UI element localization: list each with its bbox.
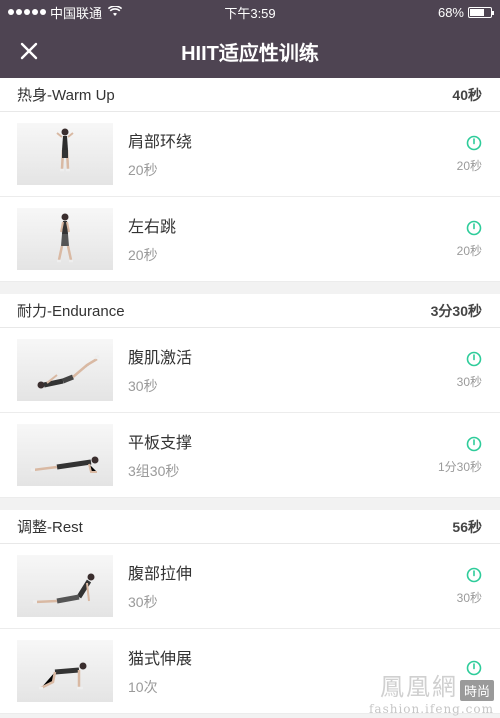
- exercise-name: 腹部拉伸: [128, 566, 193, 583]
- timer-icon: [466, 351, 482, 366]
- section-header: 调整-Rest 56秒: [0, 510, 500, 544]
- status-left: 中国联通: [8, 3, 123, 22]
- workout-sections: 热身-Warm Up 40秒 肩部环绕 20秒 20秒 左右跳 20秒 20秒 耐力-Endur…: [0, 78, 500, 714]
- exercise-name: 腹肌激活: [128, 350, 193, 367]
- exercise-sub: 20秒: [128, 162, 158, 178]
- section-title: 调整-Rest: [17, 519, 83, 536]
- exercise-duration-block: 1分30秒: [438, 436, 482, 475]
- section-header: 耐力-Endurance 3分30秒: [0, 294, 500, 328]
- exercise-name: 猫式伸展: [128, 651, 193, 668]
- battery-fill: [470, 8, 484, 16]
- exercise-item[interactable]: 平板支撑 3组30秒 1分30秒: [0, 413, 500, 498]
- section: 耐力-Endurance 3分30秒腹肌激活 30秒 30秒平板支撑 3组30秒 1分30…: [0, 294, 500, 498]
- exercise-sub: 20秒: [128, 247, 158, 263]
- exercise-sub: 30秒: [128, 378, 158, 394]
- exercise-item[interactable]: 左右跳 20秒 20秒: [0, 197, 500, 282]
- section-duration: 40秒: [452, 86, 482, 103]
- exercise-thumbnail: [17, 339, 113, 401]
- exercise-text: 平板支撑 3组30秒: [128, 429, 192, 481]
- battery-icon: [468, 6, 494, 18]
- exercise-name: 左右跳: [128, 219, 177, 236]
- exercise-duration: 30秒: [456, 374, 482, 389]
- exercise-thumbnail: [17, 555, 113, 617]
- section-duration: 56秒: [452, 518, 482, 535]
- exercise-sub: 3组30秒: [128, 463, 180, 479]
- carrier-label: 中国联通: [50, 5, 103, 21]
- exercise-text: 肩部环绕 20秒: [128, 128, 192, 180]
- section-header: 热身-Warm Up 40秒: [0, 78, 500, 112]
- exercise-duration-block: 20秒: [457, 135, 482, 174]
- watermark: 鳳凰網 時尚 fashion.ifeng.com: [369, 667, 494, 716]
- exercise-sub: 10次: [128, 679, 158, 695]
- exercise-thumbnail: [17, 640, 113, 702]
- section-title: 耐力-Endurance: [17, 303, 125, 320]
- exercise-sub: 30秒: [128, 594, 158, 610]
- exercise-duration: 1分30秒: [437, 459, 482, 474]
- exercise-text: 猫式伸展 10次: [128, 645, 192, 697]
- exercise-text: 腹部拉伸 30秒: [128, 560, 192, 612]
- exercise-duration: 30秒: [456, 590, 482, 605]
- timer-icon: [466, 135, 482, 150]
- exercise-duration-block: 30秒: [457, 351, 482, 390]
- section-duration: 3分30秒: [430, 302, 482, 319]
- battery-percent: 68%: [437, 4, 464, 20]
- watermark-badge: 時尚: [459, 680, 494, 702]
- exercise-name: 肩部环绕: [128, 134, 193, 151]
- timer-icon: [466, 220, 482, 235]
- exercise-duration: 20秒: [456, 243, 482, 258]
- exercise-duration-block: 20秒: [457, 220, 482, 259]
- close-icon: [20, 42, 38, 60]
- exercise-thumbnail: [17, 424, 113, 486]
- exercise-text: 腹肌激活 30秒: [128, 344, 192, 396]
- status-right: 68%: [437, 4, 494, 20]
- exercise-duration-block: 30秒: [457, 567, 482, 606]
- exercise-item[interactable]: 肩部环绕 20秒 20秒: [0, 112, 500, 197]
- exercise-duration: 20秒: [456, 158, 482, 173]
- exercise-text: 左右跳 20秒: [128, 213, 176, 265]
- section-title: 热身-Warm Up: [17, 87, 115, 104]
- exercise-thumbnail: [17, 123, 113, 185]
- exercise-thumbnail: [17, 208, 113, 270]
- section: 热身-Warm Up 40秒 肩部环绕 20秒 20秒 左右跳 20秒 20秒: [0, 78, 500, 282]
- wifi-icon: [107, 4, 123, 20]
- close-button[interactable]: [14, 37, 44, 65]
- timer-icon: [466, 567, 482, 582]
- exercise-name: 平板支撑: [128, 435, 193, 452]
- watermark-logo: 鳳凰網: [379, 673, 458, 701]
- timer-icon: [466, 436, 482, 451]
- exercise-item[interactable]: 腹肌激活 30秒 30秒: [0, 328, 500, 413]
- status-bar: 中国联通 下午3:59 68%: [0, 0, 500, 24]
- exercise-item[interactable]: 腹部拉伸 30秒 30秒: [0, 544, 500, 629]
- page-title: HIIT适应性训练: [181, 42, 319, 65]
- watermark-site: fashion.ifeng.com: [368, 702, 494, 716]
- nav-bar: HIIT适应性训练: [0, 24, 500, 78]
- signal-icon: [8, 9, 46, 15]
